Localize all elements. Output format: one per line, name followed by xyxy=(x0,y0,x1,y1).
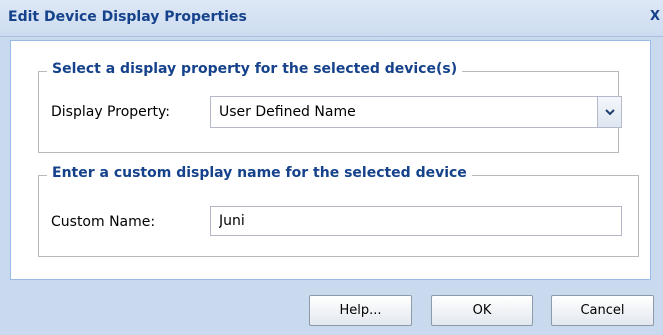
display-property-label: Display Property: xyxy=(51,104,170,120)
dialog-title: Edit Device Display Properties xyxy=(8,9,247,25)
dropdown-trigger[interactable] xyxy=(597,97,621,127)
cancel-button[interactable]: Cancel xyxy=(551,295,654,326)
help-button[interactable]: Help... xyxy=(309,295,412,326)
display-property-legend: Select a display property for the select… xyxy=(47,61,463,77)
custom-name-input[interactable] xyxy=(210,206,622,236)
display-property-select[interactable]: User Defined Name xyxy=(210,96,622,128)
custom-name-legend: Enter a custom display name for the sele… xyxy=(47,165,472,181)
custom-name-label: Custom Name: xyxy=(51,214,156,230)
close-icon[interactable]: X xyxy=(650,8,663,26)
display-property-fieldset: Select a display property for the select… xyxy=(38,61,622,153)
display-property-selected-value: User Defined Name xyxy=(219,104,356,120)
ok-button[interactable]: OK xyxy=(431,295,533,326)
dialog-body: Select a display property for the select… xyxy=(10,40,651,280)
custom-name-fieldset: Enter a custom display name for the sele… xyxy=(38,165,639,257)
edit-device-display-dialog: Edit Device Display Properties X Select … xyxy=(0,0,663,335)
dialog-titlebar[interactable]: Edit Device Display Properties X xyxy=(0,0,663,37)
chevron-down-icon xyxy=(604,108,615,115)
